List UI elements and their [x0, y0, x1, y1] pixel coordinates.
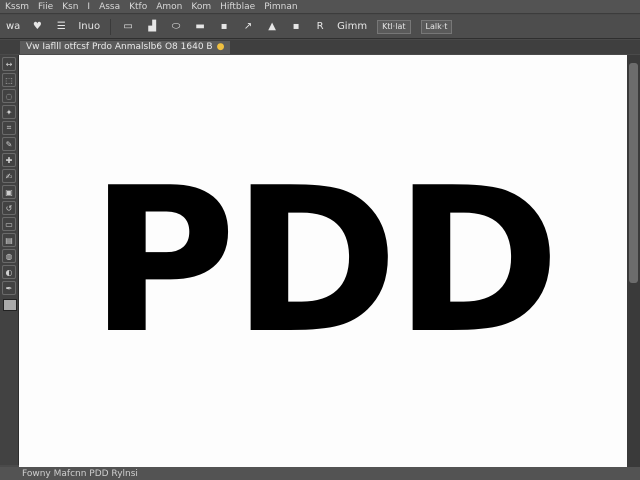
canvas-text: PDD	[89, 144, 561, 378]
rect-icon[interactable]: ▬	[193, 20, 207, 34]
stamp-icon[interactable]: ▲	[265, 20, 279, 34]
scrollbar-thumb[interactable]	[629, 63, 638, 283]
menu-item[interactable]: Hiftblae	[220, 2, 255, 12]
arrow-icon[interactable]: ↗	[241, 20, 255, 34]
history-tool-icon[interactable]: ↺	[2, 201, 16, 215]
marquee-tool-icon[interactable]: ⬚	[2, 73, 16, 87]
lines-icon[interactable]: ☰	[54, 20, 68, 34]
menu-item[interactable]: Pimnan	[264, 2, 297, 12]
close-icon[interactable]: ●	[217, 42, 225, 52]
document-tab[interactable]: Vw Iaflll otfcsf Prdo Anmalslb6 O8 1640 …	[20, 40, 231, 54]
status-bar: Fowny Mafcnn PDD Rylnsi	[0, 467, 640, 480]
menu-item[interactable]: Ksn	[62, 2, 78, 12]
eraser-tool-icon[interactable]: ▭	[2, 217, 16, 231]
options-bar: wa ♥ ☰ Inuo ▭ ▟ ⬭ ▬ ▪ ↗ ▲ ▪ R Gimm Ktl·l…	[0, 15, 640, 39]
heart-icon[interactable]: ♥	[30, 20, 44, 34]
menu-bar: Kssm Fiie Ksn I Assa Ktfo Amon Kom Hiftb…	[0, 0, 640, 14]
gradient-tool-icon[interactable]: ▤	[2, 233, 16, 247]
document-tab-label: Vw Iaflll otfcsf Prdo Anmalslb6 O8 1640 …	[26, 42, 213, 52]
option-button[interactable]: Ktl·lat	[377, 19, 411, 34]
tools-panel: ↔ ⬚ ◌ ✦ ⌗ ✎ ✚ ✍ ▣ ↺ ▭ ▤ ◍ ◐ ✒	[0, 55, 19, 465]
menu-item[interactable]: Ktfo	[129, 2, 147, 12]
menu-item[interactable]: Fiie	[38, 2, 53, 12]
vertical-scrollbar[interactable]	[627, 55, 640, 467]
node-icon[interactable]: ▪	[217, 20, 231, 34]
crop-tool-icon[interactable]: ⌗	[2, 121, 16, 135]
small-icon[interactable]: ▪	[289, 20, 303, 34]
options-label: Inuo	[78, 21, 101, 32]
move-tool-icon[interactable]: ↔	[2, 57, 16, 71]
blur-tool-icon[interactable]: ◍	[2, 249, 16, 263]
menu-item[interactable]: Kssm	[5, 2, 29, 12]
menu-item[interactable]: Amon	[156, 2, 182, 12]
heal-tool-icon[interactable]: ✚	[2, 153, 16, 167]
status-text: Fowny Mafcnn PDD Rylnsi	[22, 468, 138, 479]
eyedropper-tool-icon[interactable]: ✎	[2, 137, 16, 151]
document-tab-bar: Vw Iaflll otfcsf Prdo Anmalslb6 O8 1640 …	[0, 40, 640, 54]
r-icon[interactable]: R	[313, 20, 327, 34]
wand-tool-icon[interactable]: ✦	[2, 105, 16, 119]
menu-item[interactable]: I	[87, 2, 90, 12]
pen-tool-icon[interactable]: ✒	[2, 281, 16, 295]
options-label: wa	[6, 21, 21, 32]
color-swatch[interactable]	[3, 299, 17, 311]
flag-icon[interactable]: ▟	[145, 20, 159, 34]
menu-item[interactable]: Kom	[191, 2, 211, 12]
options-label: Gimm	[337, 21, 368, 32]
stamp-tool-icon[interactable]: ▣	[2, 185, 16, 199]
frame-icon[interactable]: ▭	[121, 20, 135, 34]
lasso-tool-icon[interactable]: ◌	[2, 89, 16, 103]
document-canvas[interactable]: PDD	[19, 55, 627, 467]
shape-icon[interactable]: ⬭	[169, 20, 183, 34]
menu-item[interactable]: Assa	[99, 2, 120, 12]
dodge-tool-icon[interactable]: ◐	[2, 265, 16, 279]
separator	[110, 18, 112, 35]
brush-tool-icon[interactable]: ✍	[2, 169, 16, 183]
option-button[interactable]: Lalk·t	[420, 19, 453, 34]
